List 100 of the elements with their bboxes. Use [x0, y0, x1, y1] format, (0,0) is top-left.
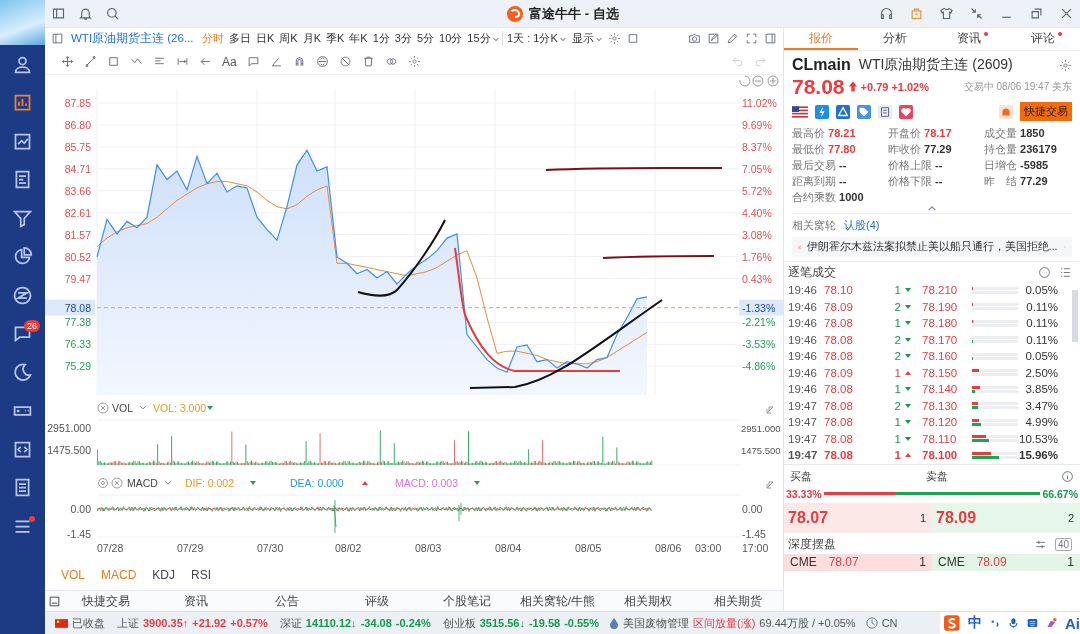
news-banner[interactable]: 伊朗霍尔木兹法案拟禁止美以船只通行，美国拒绝... [792, 237, 1072, 257]
index-name[interactable]: 深证 [279, 615, 302, 631]
angle-icon[interactable] [269, 55, 283, 69]
restore-icon[interactable] [1029, 6, 1044, 21]
settings-icon[interactable] [1059, 58, 1072, 72]
indicator-tab[interactable]: RSI [191, 567, 212, 582]
eye-off-icon[interactable] [338, 55, 352, 69]
period-tab[interactable]: 3分 [392, 31, 415, 47]
expand-icon[interactable] [766, 481, 774, 488]
period-tab[interactable]: 季K [323, 31, 347, 47]
close-circle-icon[interactable] [111, 477, 123, 488]
period-tab[interactable]: 多日 [226, 31, 254, 47]
comment-icon[interactable] [246, 55, 260, 69]
note-icon[interactable] [878, 104, 892, 119]
bottom-tab[interactable]: 快捷交易 [61, 593, 152, 609]
camera-icon[interactable] [688, 32, 701, 46]
chevron-up-icon[interactable] [927, 205, 937, 212]
index-name[interactable]: 上证 [117, 615, 139, 631]
scrollbar-thumb[interactable] [1072, 290, 1078, 342]
bottom-tab[interactable]: 相关窝轮/牛熊 [512, 593, 603, 609]
trash-icon[interactable] [361, 55, 375, 69]
quote-tab[interactable]: 评论 [1006, 28, 1080, 50]
eraser-icon[interactable] [315, 55, 329, 69]
move-icon[interactable] [61, 55, 74, 69]
index-name[interactable]: 创业板 [442, 615, 476, 631]
display-dropdown[interactable]: 显示 [569, 31, 606, 47]
input-mode[interactable]: 中 [967, 614, 982, 632]
collapse-icon[interactable] [48, 594, 61, 608]
tag-icon[interactable] [857, 104, 871, 119]
close-icon[interactable] [1059, 6, 1074, 21]
zoom-controls-icon[interactable] [739, 75, 779, 86]
expand-icon[interactable] [766, 406, 774, 413]
pencil-icon[interactable] [726, 32, 739, 46]
caret-icon[interactable] [164, 480, 172, 484]
period-tab[interactable]: 年K [346, 31, 371, 47]
macd-axis-label: 0.00 [742, 502, 763, 515]
heart-icon[interactable] [899, 104, 913, 119]
period-tab[interactable]: 月K [300, 31, 324, 47]
news-headline[interactable]: 伊朗霍尔木兹法案拟禁止美以船只通行，美国拒绝... [806, 240, 1058, 254]
line-tool-icon[interactable] [84, 55, 97, 69]
lightning-icon[interactable] [815, 104, 829, 119]
brush-icon[interactable] [1046, 616, 1058, 630]
search-icon[interactable] [105, 6, 120, 21]
exchange-name: CME [938, 555, 965, 569]
caret-icon[interactable] [139, 405, 147, 409]
notification-badge: 26 [24, 319, 40, 332]
bottom-tab[interactable]: 公告 [241, 593, 332, 609]
period-tab[interactable]: 15分 [464, 31, 503, 47]
text-tool[interactable]: Aa [222, 54, 237, 69]
triangle-icon[interactable] [836, 104, 850, 119]
input-method-logo-icon[interactable] [944, 613, 960, 633]
shirt-icon[interactable] [939, 6, 954, 21]
edit-icon[interactable] [707, 32, 720, 46]
bottom-tab[interactable]: 资讯 [151, 593, 242, 609]
period-tab[interactable]: 5分 [414, 31, 437, 47]
list-icon[interactable] [1059, 266, 1072, 279]
microphone-icon[interactable] [1008, 616, 1020, 630]
shrink-icon[interactable] [969, 6, 984, 21]
ai-button[interactable]: Ai [1065, 614, 1080, 632]
headphones-icon[interactable] [879, 6, 894, 21]
macd-axis-label: -1.45 [67, 527, 91, 540]
warrants-link[interactable]: 认股(4) [844, 218, 880, 233]
quote-tab[interactable]: 分析 [858, 28, 932, 50]
close-circle-icon[interactable] [97, 402, 109, 413]
depth-levels-button[interactable]: 40 [1054, 537, 1072, 551]
bell-icon[interactable] [78, 6, 93, 21]
symbol-name[interactable]: WTI原油期货主连 (26... [71, 31, 194, 47]
gear-icon[interactable] [407, 55, 421, 69]
keyboard-icon[interactable] [1027, 616, 1039, 630]
region-label[interactable]: CN [881, 617, 898, 629]
quote-tab[interactable]: 资讯 [932, 28, 1006, 50]
quick-trade-button[interactable]: 快捷交易 [1020, 102, 1072, 121]
market-state: 已收盘 [72, 615, 105, 631]
rectangle-tool-icon[interactable] [107, 55, 120, 69]
ask-percent: 66.67% [1042, 487, 1078, 500]
trade-quantity: 1 [893, 284, 902, 297]
settings-icon[interactable] [98, 477, 108, 488]
panel-icon[interactable] [51, 6, 66, 21]
fullscreen-icon[interactable] [745, 32, 758, 46]
panel-icon[interactable] [51, 32, 64, 46]
bell-icon[interactable] [999, 104, 1013, 119]
period-tab[interactable]: 10分 [436, 31, 465, 47]
bottom-tab[interactable]: 相关期权 [602, 593, 693, 609]
bottom-tab[interactable]: 相关期货 [692, 593, 783, 609]
more-icon[interactable] [1038, 266, 1051, 279]
settings-icon[interactable] [608, 32, 622, 46]
sidebar-item[interactable]: 26 [0, 314, 45, 353]
indicator-tab[interactable]: KDJ [152, 567, 176, 582]
index-change: -34.08 [360, 617, 392, 629]
price-axis-label: 84.71 [64, 162, 91, 175]
bottom-tab[interactable]: 评级 [331, 593, 422, 609]
period-tab[interactable]: 日K [253, 31, 277, 47]
sidebar-toggle-icon[interactable] [764, 32, 777, 46]
ticker-name[interactable]: 美国废物管理 [623, 615, 689, 631]
bag-icon[interactable] [909, 6, 924, 21]
period-tab[interactable]: 1分 [370, 31, 393, 47]
bottom-tab[interactable]: 个股笔记 [422, 593, 513, 609]
info-icon[interactable] [1061, 469, 1074, 483]
range-dropdown[interactable]: 1天 : 1分K [502, 31, 570, 47]
period-tab[interactable]: 周K [276, 31, 301, 47]
